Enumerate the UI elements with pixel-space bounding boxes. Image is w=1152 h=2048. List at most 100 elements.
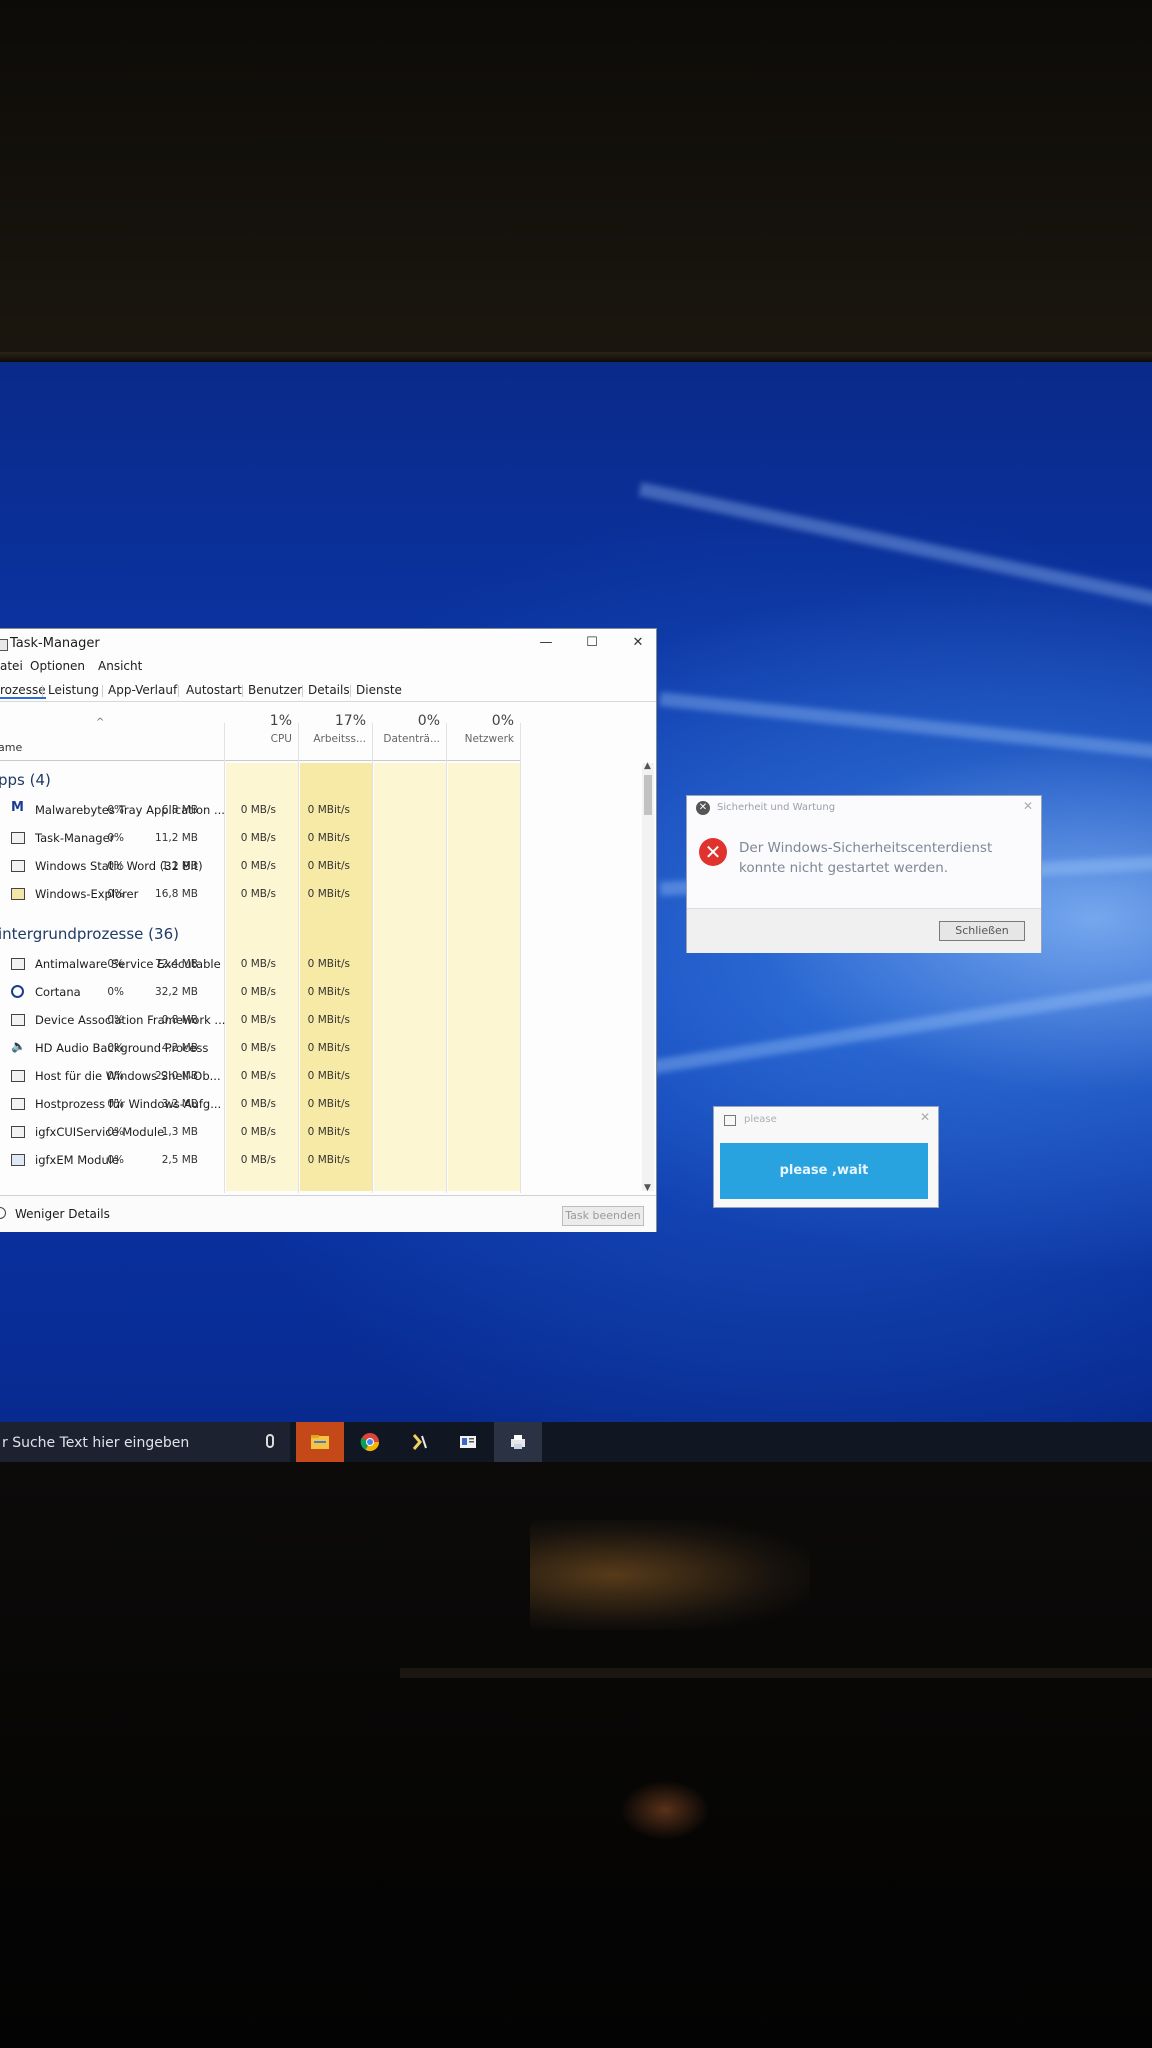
please-wait-button[interactable]: please ,wait	[720, 1143, 928, 1199]
cpu-value: 0%	[107, 1014, 124, 1026]
maximize-button[interactable]: ☐	[572, 631, 612, 655]
memory-value: 1,1 MB	[161, 860, 198, 872]
vertical-scrollbar[interactable]: ▲ ▼	[642, 761, 654, 1193]
tab-dienste[interactable]: Dienste	[356, 683, 402, 697]
disk-value: 0 MB/s	[240, 888, 276, 900]
column-header-cpu[interactable]: 1% CPU	[226, 713, 298, 757]
process-row[interactable]: Cortana 0% 32,2 MB 0 MB/s 0 MBit/s	[0, 979, 520, 1007]
task-manager-window[interactable]: Task-Manager — ☐ ✕ atei Optionen Ansicht…	[0, 628, 657, 1232]
taskbar: r Suche Text hier eingeben	[0, 1422, 1152, 1464]
close-button[interactable]: Schließen	[939, 921, 1025, 941]
group-title: intergrundprozesse (36)	[0, 925, 179, 943]
group-header-apps[interactable]: Apps (4)	[0, 771, 51, 789]
group-title: pps (4)	[0, 771, 51, 789]
app-window-icon	[11, 958, 25, 970]
column-header-name[interactable]: ame	[0, 741, 22, 754]
memory-value: 6,8 MB	[161, 804, 198, 816]
taskbar-search[interactable]: r Suche Text hier eingeben	[0, 1422, 290, 1464]
process-row[interactable]: Hostprozess für Windows-Aufg... 0% 3,2 M…	[0, 1091, 520, 1119]
title-bar[interactable]: Task-Manager — ☐ ✕	[0, 629, 656, 659]
tab-divider	[178, 685, 179, 697]
end-task-button[interactable]: Task beenden	[562, 1206, 644, 1226]
close-button[interactable]: ✕	[618, 631, 658, 655]
close-icon[interactable]: ✕	[1023, 799, 1033, 813]
task-manager-icon	[0, 639, 8, 651]
disk-value: 0 MB/s	[240, 1126, 276, 1138]
search-input[interactable]: r Suche Text hier eingeben	[2, 1435, 189, 1451]
app-icon[interactable]	[396, 1422, 444, 1464]
chrome-icon[interactable]	[346, 1422, 394, 1464]
network-value: 0 MBit/s	[307, 1098, 350, 1110]
network-value: 0 MBit/s	[307, 804, 350, 816]
cpu-value: 0%	[107, 958, 124, 970]
process-row[interactable]: Antimalware Service Executable 0% 72,4 M…	[0, 951, 520, 979]
process-row[interactable]: Device Association Framework ... 0% 0,8 …	[0, 1007, 520, 1035]
app-window-icon	[11, 1126, 25, 1138]
news-icon[interactable]	[444, 1422, 492, 1464]
disk-value: 0 MB/s	[240, 986, 276, 998]
disk-value: 0 MB/s	[240, 1042, 276, 1054]
process-row[interactable]: Windows Static Word (32 Bit) 0% 1,1 MB 0…	[0, 853, 520, 881]
cpu-value: 0%	[107, 1098, 124, 1110]
scroll-thumb[interactable]	[644, 775, 652, 815]
dialog-title: Sicherheit und Wartung	[717, 802, 836, 813]
menu-optionen[interactable]: Optionen	[30, 659, 85, 673]
memory-value: 22,0 MB	[155, 1070, 198, 1082]
folder-glyph	[311, 1435, 329, 1449]
tab-details[interactable]: Details	[308, 683, 350, 697]
printer-glyph	[511, 1435, 525, 1449]
chevron-up-icon[interactable]	[0, 1207, 6, 1219]
disk-value: 0 MB/s	[240, 1014, 276, 1026]
wallpaper-light-beam	[638, 968, 1152, 1076]
error-message: Der Windows-Sicherheitscenterdienst konn…	[739, 840, 993, 876]
memory-label: Arbeitss...	[313, 733, 366, 745]
wallpaper-light-beam	[638, 482, 1152, 621]
process-row[interactable]: Task-Manager 0% 11,2 MB 0 MB/s 0 MBit/s	[0, 825, 520, 853]
column-header-network[interactable]: 0% Netzwerk	[448, 713, 520, 757]
disk-value: 0 MB/s	[240, 804, 276, 816]
process-row[interactable]: igfxEM Module 0% 2,5 MB 0 MB/s 0 MBit/s	[0, 1147, 520, 1175]
please-wait-dialog[interactable]: please ✕ please ,wait	[713, 1106, 939, 1208]
header-divider	[0, 760, 520, 761]
menu-datei[interactable]: atei	[0, 659, 23, 673]
tab-benutzer[interactable]: Benutzer	[248, 683, 302, 697]
close-icon[interactable]: ✕	[920, 1110, 930, 1124]
security-error-dialog[interactable]: ✕ Sicherheit und Wartung ✕ ✕ Der Windows…	[686, 795, 1042, 953]
cpu-value: 0%	[107, 1070, 124, 1082]
process-row[interactable]: igfxCUIService Module 0% 1,3 MB 0 MB/s 0…	[0, 1119, 520, 1147]
file-explorer-icon[interactable]	[296, 1422, 344, 1464]
process-row[interactable]: M Malwarebytes Tray Application ... 0% 6…	[0, 797, 520, 825]
minimize-button[interactable]: —	[526, 631, 566, 655]
disk-value: 0 MB/s	[240, 1154, 276, 1166]
network-value: 0 MBit/s	[307, 1126, 350, 1138]
microphone-icon[interactable]	[266, 1434, 274, 1448]
cpu-value: 0%	[107, 1154, 124, 1166]
tab-prozesse[interactable]: rozesse	[0, 683, 46, 699]
error-icon: ✕	[699, 838, 727, 866]
memory-value: 2,5 MB	[161, 1154, 198, 1166]
network-value: 0 MBit/s	[307, 1070, 350, 1082]
network-value: 0 MBit/s	[307, 860, 350, 872]
column-header-memory[interactable]: 17% Arbeitss...	[300, 713, 372, 757]
memory-value: 1,3 MB	[161, 1126, 198, 1138]
tab-leistung[interactable]: Leistung	[48, 683, 99, 697]
network-value: 0 MBit/s	[307, 1042, 350, 1054]
process-row[interactable]: Windows-Explorer 0% 16,8 MB 0 MB/s 0 MBi…	[0, 881, 520, 909]
tab-app-verlauf[interactable]: App-Verlauf	[108, 683, 177, 697]
process-row[interactable]: 🔈 HD Audio Background Process 0% 4,2 MB …	[0, 1035, 520, 1063]
column-header-disk[interactable]: 0% Datenträ...	[374, 713, 446, 757]
menu-ansicht[interactable]: Ansicht	[98, 659, 142, 673]
group-header-background[interactable]: intergrundprozesse (36)	[0, 925, 179, 943]
scroll-up-icon[interactable]: ▲	[644, 761, 651, 771]
tab-autostart[interactable]: Autostart	[186, 683, 242, 697]
fewer-details-link[interactable]: Weniger Details	[15, 1207, 110, 1221]
disk-total: 0%	[417, 713, 440, 729]
cpu-value: 0%	[107, 888, 124, 900]
printer-icon[interactable]	[494, 1422, 542, 1464]
cpu-value: 0%	[107, 1042, 124, 1054]
process-row[interactable]: Host für die Windows Shell-Ob... 0% 22,0…	[0, 1063, 520, 1091]
process-name: Cortana	[35, 985, 81, 999]
tab-bar: rozesse Leistung App-Verlauf Autostart B…	[0, 679, 656, 702]
app-window-icon	[11, 1070, 25, 1082]
scroll-down-icon[interactable]: ▼	[644, 1183, 651, 1193]
